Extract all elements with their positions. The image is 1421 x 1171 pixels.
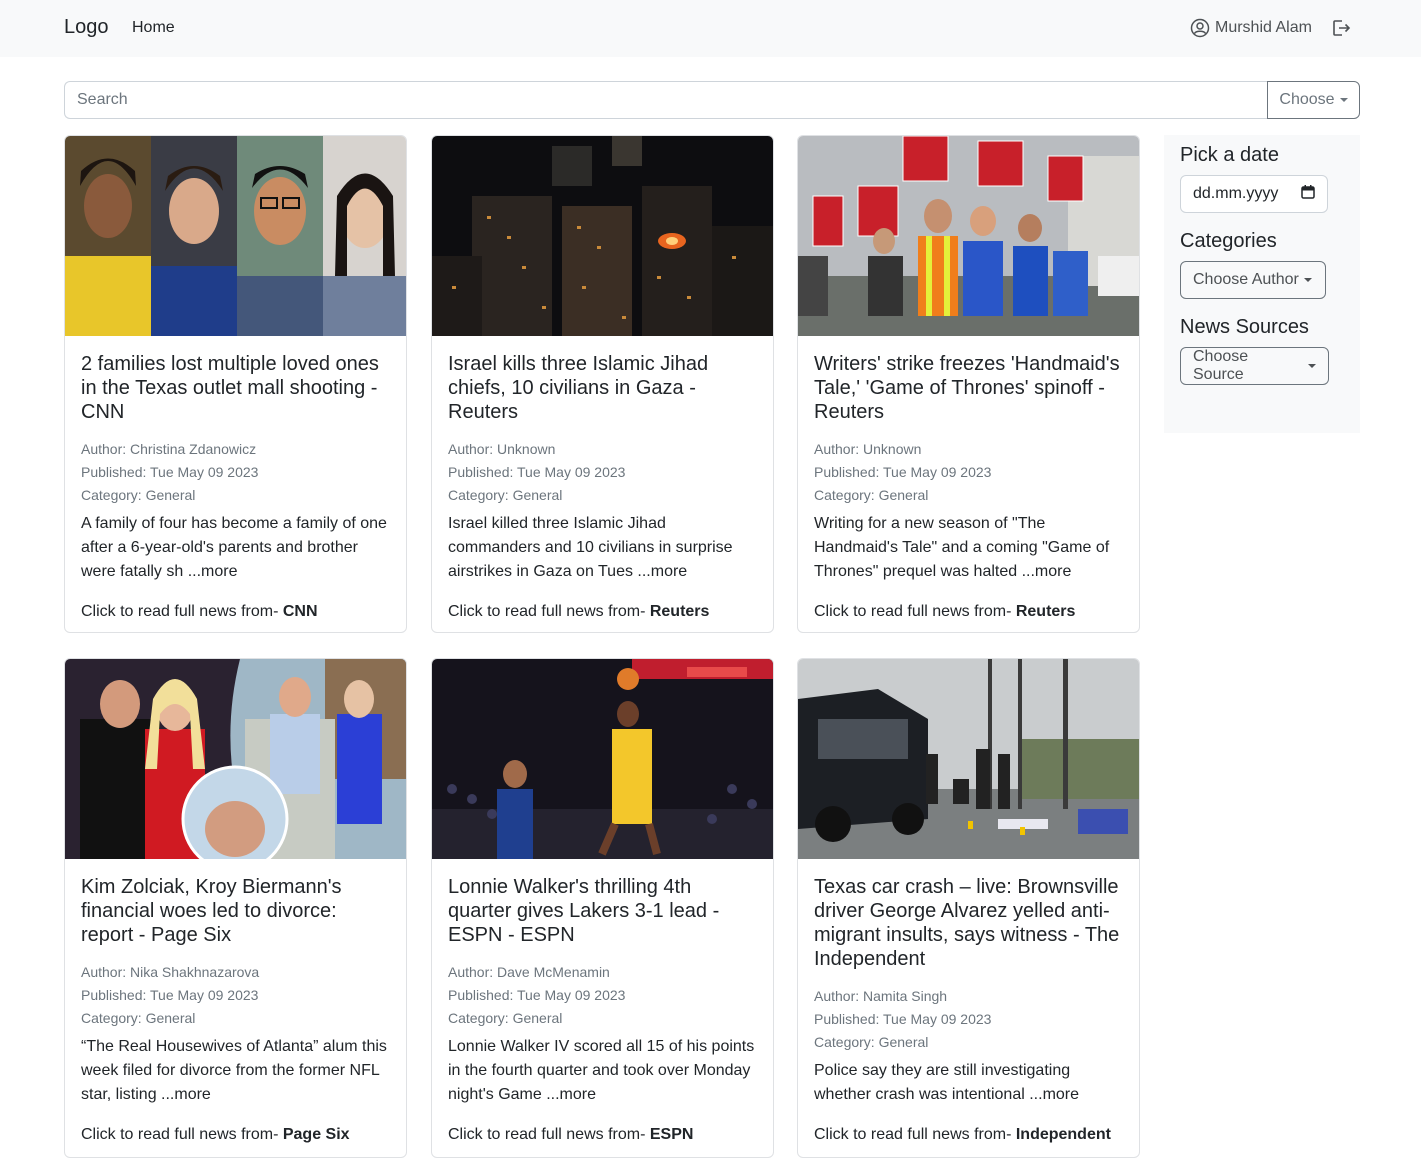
news-category: Category: General bbox=[448, 1010, 563, 1026]
news-author: Author: Nika Shakhnazarova bbox=[81, 964, 260, 980]
filter-sidebar: Pick a date dd.mm.yyyy Categories Choose… bbox=[1164, 135, 1360, 433]
news-published: Published: Tue May 09 2023 bbox=[814, 464, 992, 480]
news-card[interactable]: Israel kills three Islamic Jihad chiefs,… bbox=[431, 135, 774, 633]
choose-dropdown-button[interactable]: Choose bbox=[1267, 81, 1360, 119]
choose-source-label: Choose Source bbox=[1193, 348, 1249, 383]
news-published: Published: Tue May 09 2023 bbox=[448, 987, 626, 1003]
read-prefix: Click to read full news from- bbox=[81, 603, 283, 620]
person-circle-icon bbox=[1190, 18, 1210, 38]
news-title[interactable]: Texas car crash – live: Brownsville driv… bbox=[814, 875, 1123, 971]
news-title[interactable]: Kim Zolciak, Kroy Biermann's financial w… bbox=[81, 875, 390, 947]
read-full-news-link[interactable]: Click to read full news from- ESPN bbox=[448, 1123, 757, 1147]
news-image bbox=[65, 659, 406, 859]
read-full-news-link[interactable]: Click to read full news from- Reuters bbox=[814, 600, 1123, 624]
news-published: Published: Tue May 09 2023 bbox=[81, 464, 259, 480]
read-prefix: Click to read full news from- bbox=[814, 603, 1016, 620]
read-prefix: Click to read full news from- bbox=[814, 1126, 1016, 1143]
read-prefix: Click to read full news from- bbox=[448, 603, 650, 620]
news-title[interactable]: 2 families lost multiple loved ones in t… bbox=[81, 352, 390, 424]
news-image bbox=[432, 659, 773, 859]
news-image bbox=[65, 136, 406, 336]
caret-down-icon bbox=[1339, 98, 1348, 102]
choose-source-button[interactable]: Choose Source bbox=[1180, 347, 1329, 385]
read-full-news-link[interactable]: Click to read full news from- Reuters bbox=[448, 600, 757, 624]
news-description: “The Real Housewives of Atlanta” alum th… bbox=[81, 1038, 387, 1103]
news-sources-heading: News Sources bbox=[1180, 316, 1309, 338]
search-input[interactable] bbox=[64, 81, 1268, 119]
read-full-news-link[interactable]: Click to read full news from- CNN bbox=[81, 600, 390, 624]
date-picker-input[interactable]: dd.mm.yyyy bbox=[1180, 175, 1328, 213]
choose-label: Choose bbox=[1279, 91, 1335, 108]
news-title[interactable]: Lonnie Walker's thrilling 4th quarter gi… bbox=[448, 875, 757, 947]
news-source: Reuters bbox=[649, 603, 710, 620]
news-card[interactable]: 2 families lost multiple loved ones in t… bbox=[64, 135, 407, 633]
news-published: Published: Tue May 09 2023 bbox=[814, 1011, 992, 1027]
news-card[interactable]: Lonnie Walker's thrilling 4th quarter gi… bbox=[431, 658, 774, 1158]
news-author: Author: Christina Zdanowicz bbox=[81, 441, 257, 457]
navbar: Logo Home Murshid Alam bbox=[0, 0, 1421, 57]
news-source: Independent bbox=[1015, 1126, 1111, 1143]
news-description: A family of four has become a family of … bbox=[81, 515, 387, 580]
news-published: Published: Tue May 09 2023 bbox=[448, 464, 626, 480]
news-author: Author: Dave McMenamin bbox=[448, 964, 610, 980]
news-description: Lonnie Walker IV scored all 15 of his po… bbox=[448, 1038, 755, 1103]
read-prefix: Click to read full news from- bbox=[448, 1126, 650, 1143]
news-category: Category: General bbox=[448, 487, 563, 503]
date-heading: Pick a date bbox=[1180, 144, 1279, 166]
news-category: Category: General bbox=[814, 1034, 929, 1050]
news-card[interactable]: Texas car crash – live: Brownsville driv… bbox=[797, 658, 1140, 1158]
news-image bbox=[798, 659, 1139, 859]
news-card[interactable]: Writers' strike freezes 'Handmaid's Tale… bbox=[797, 135, 1140, 633]
categories-heading: Categories bbox=[1180, 230, 1277, 252]
news-image bbox=[798, 136, 1139, 336]
user-menu[interactable]: Murshid Alam bbox=[1190, 17, 1312, 39]
news-category: Category: General bbox=[81, 487, 196, 503]
user-name: Murshid Alam bbox=[1215, 19, 1312, 36]
news-author: Author: Unknown bbox=[814, 441, 922, 457]
nav-home-link[interactable]: Home bbox=[132, 19, 175, 37]
news-title[interactable]: Writers' strike freezes 'Handmaid's Tale… bbox=[814, 352, 1123, 424]
date-placeholder: dd.mm.yyyy bbox=[1193, 185, 1279, 202]
caret-down-icon bbox=[1303, 278, 1312, 282]
brand-logo[interactable]: Logo bbox=[64, 16, 109, 39]
news-source: ESPN bbox=[649, 1126, 694, 1143]
news-description: Israel killed three Islamic Jihad comman… bbox=[448, 515, 733, 580]
news-image bbox=[432, 136, 773, 336]
news-category: Category: General bbox=[814, 487, 929, 503]
choose-author-label: Choose Author bbox=[1193, 271, 1299, 288]
news-description: Police say they are still investigating … bbox=[814, 1062, 1080, 1103]
caret-down-icon bbox=[1308, 364, 1316, 368]
choose-author-button[interactable]: Choose Author bbox=[1180, 261, 1326, 299]
news-source: CNN bbox=[282, 603, 318, 620]
read-full-news-link[interactable]: Click to read full news from- Page Six bbox=[81, 1123, 390, 1147]
read-full-news-link[interactable]: Click to read full news from- Independen… bbox=[814, 1123, 1123, 1147]
news-title[interactable]: Israel kills three Islamic Jihad chiefs,… bbox=[448, 352, 757, 424]
news-category: Category: General bbox=[81, 1010, 196, 1026]
news-author: Author: Namita Singh bbox=[814, 988, 948, 1004]
news-source: Reuters bbox=[1015, 603, 1076, 620]
calendar-icon[interactable] bbox=[1301, 184, 1315, 204]
news-source: Page Six bbox=[282, 1126, 350, 1143]
logout-icon[interactable] bbox=[1331, 18, 1351, 38]
news-author: Author: Unknown bbox=[448, 441, 556, 457]
news-card[interactable]: Kim Zolciak, Kroy Biermann's financial w… bbox=[64, 658, 407, 1158]
news-published: Published: Tue May 09 2023 bbox=[81, 987, 259, 1003]
news-description: Writing for a new season of "The Handmai… bbox=[814, 515, 1110, 580]
read-prefix: Click to read full news from- bbox=[81, 1126, 283, 1143]
